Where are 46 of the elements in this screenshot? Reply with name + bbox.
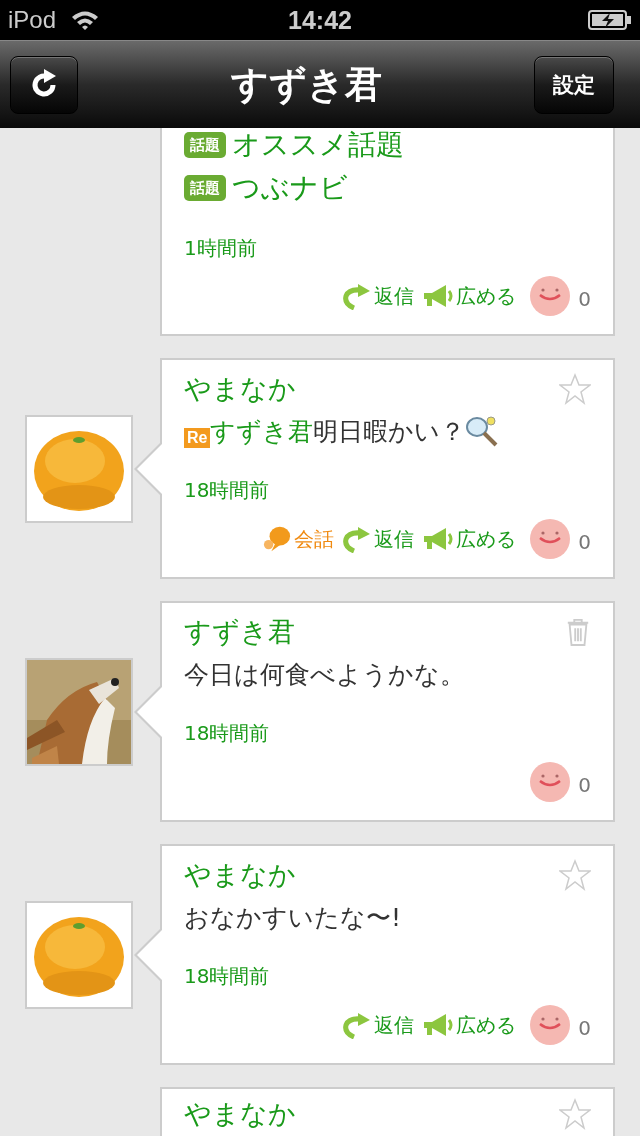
author-name[interactable]: やまなか	[184, 857, 296, 893]
timestamp: 18時間前	[184, 477, 270, 504]
speech-bubbles-icon	[262, 525, 293, 553]
timestamp: 18時間前	[184, 720, 270, 747]
spread-button[interactable]: 広める	[422, 525, 517, 553]
reply-button[interactable]: 返信	[342, 525, 415, 553]
mention-link[interactable]: すずき君	[210, 414, 314, 448]
megaphone-icon	[422, 526, 455, 552]
like-count: 0	[578, 287, 591, 311]
star-icon[interactable]	[559, 1098, 591, 1130]
topic-badge: 話題	[184, 131, 226, 158]
author-name[interactable]: すずき君	[184, 614, 295, 650]
reply-button[interactable]: 返信	[342, 1011, 415, 1039]
topic-link[interactable]: オススメ話題	[232, 125, 404, 164]
conversation-button[interactable]: 会話	[262, 525, 335, 553]
like-count: 0	[578, 530, 591, 554]
clock: 14:42	[287, 5, 353, 35]
author-name[interactable]: やまなか	[184, 371, 296, 407]
megaphone-icon	[422, 283, 455, 309]
smiley-icon[interactable]	[530, 276, 571, 316]
author-name[interactable]: やまなか	[184, 1096, 296, 1132]
smiley-icon[interactable]	[530, 519, 571, 559]
megaphone-icon	[422, 1012, 455, 1038]
reply-badge: Re	[184, 428, 211, 448]
post-text: おなかすいたな〜!	[184, 901, 402, 934]
smiley-icon[interactable]	[530, 762, 571, 802]
star-icon[interactable]	[559, 859, 591, 891]
timestamp: 18時間前	[184, 963, 270, 990]
carrier-name: iPod	[8, 6, 57, 34]
refresh-button[interactable]	[10, 55, 78, 114]
screen-title: すずき君	[230, 61, 382, 108]
post-text: 明日暇かい？	[313, 415, 466, 448]
battery-charging-icon	[588, 9, 632, 31]
post-text: 今日は何食べようかな。	[184, 658, 465, 691]
smiley-icon[interactable]	[530, 1005, 571, 1045]
settings-button[interactable]: 設定	[534, 55, 614, 114]
star-icon[interactable]	[559, 373, 591, 405]
topic-link[interactable]: つぶナビ	[232, 168, 348, 207]
spread-button[interactable]: 広める	[422, 282, 517, 310]
like-count: 0	[578, 773, 591, 797]
spread-button[interactable]: 広める	[422, 1011, 517, 1039]
like-count: 0	[578, 1016, 591, 1040]
reply-button[interactable]: 返信	[342, 282, 415, 310]
timestamp: 1時間前	[184, 235, 257, 262]
wifi-icon	[70, 9, 101, 31]
topic-badge: 話題	[184, 174, 226, 201]
